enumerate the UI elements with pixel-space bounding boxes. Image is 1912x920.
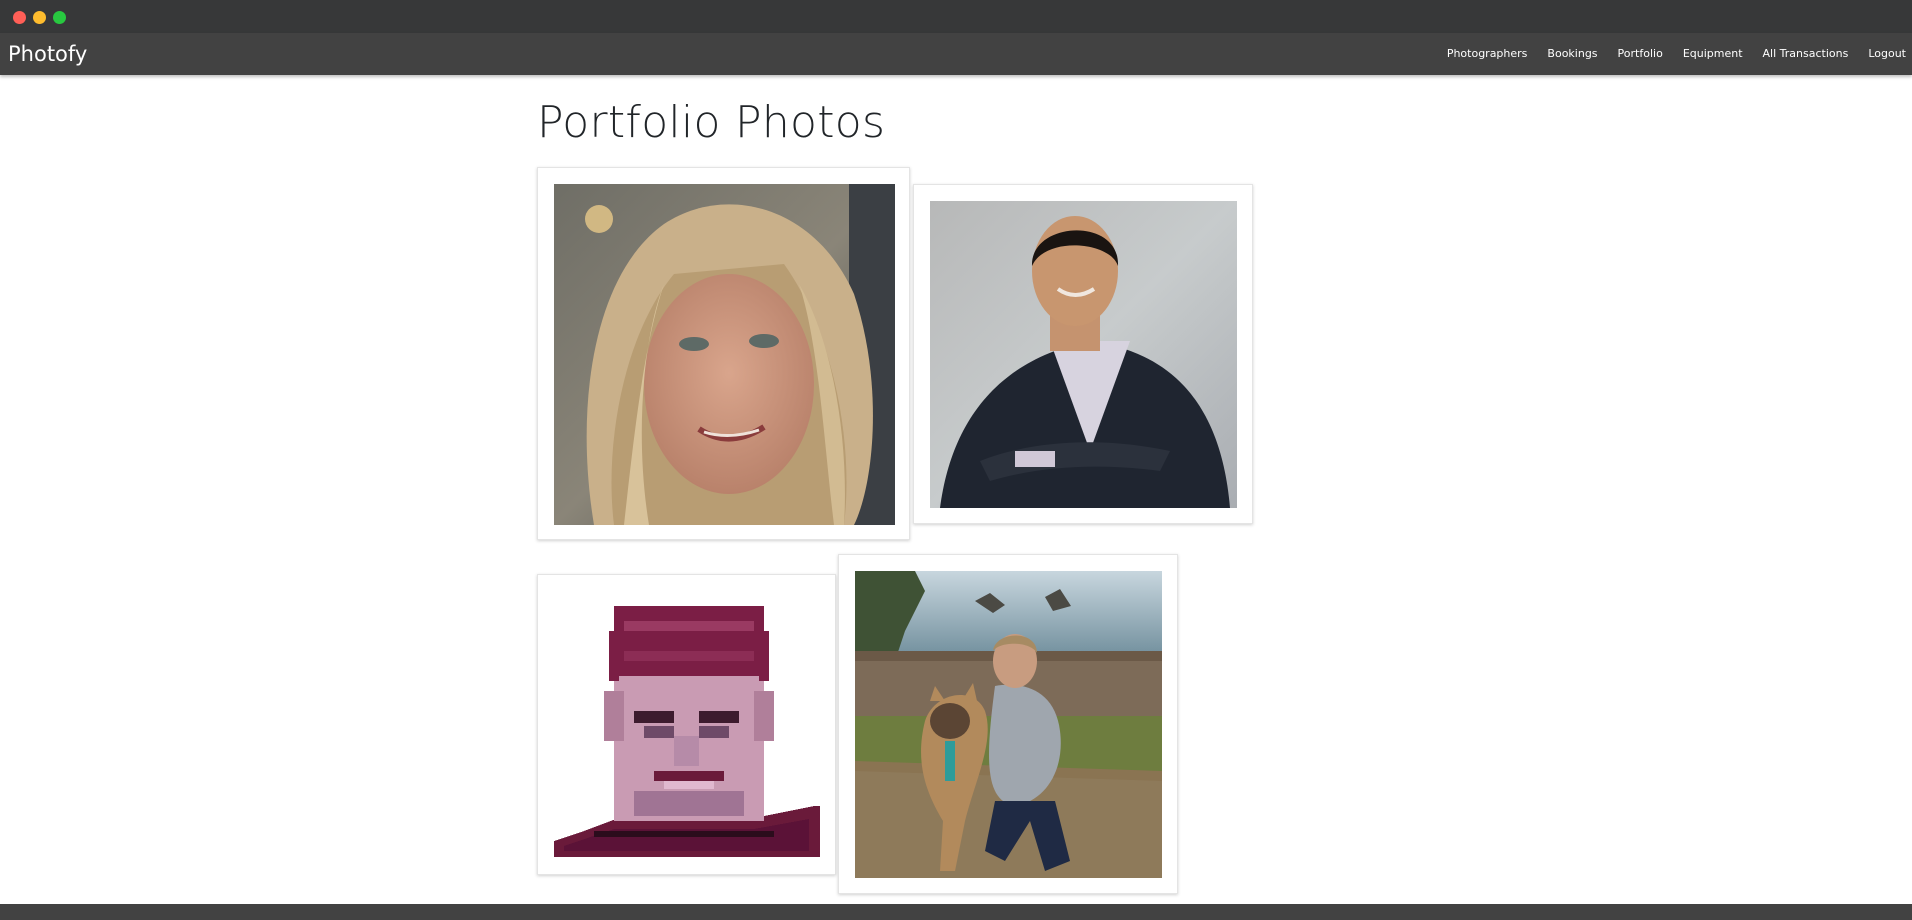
window-titlebar (0, 0, 1912, 33)
nav-links: Photographers Bookings Portfolio Equipme… (1447, 47, 1906, 60)
nav-logout[interactable]: Logout (1868, 47, 1906, 60)
portfolio-photo-card[interactable] (838, 554, 1178, 894)
top-navbar: Photofy Photographers Bookings Portfolio… (0, 33, 1912, 75)
nav-portfolio[interactable]: Portfolio (1618, 47, 1663, 60)
nav-equipment[interactable]: Equipment (1683, 47, 1743, 60)
portfolio-photo-woman-with-dog (855, 571, 1162, 878)
portfolio-photo-card[interactable] (537, 574, 836, 875)
portfolio-photo-card[interactable] (537, 167, 910, 540)
minimize-window-button[interactable] (33, 11, 46, 24)
brand-logo[interactable]: Photofy (8, 42, 87, 66)
portfolio-photo-pixel-art (554, 591, 820, 857)
maximize-window-button[interactable] (53, 11, 66, 24)
portfolio-photo-woman-selfie (554, 184, 895, 525)
nav-all-transactions[interactable]: All Transactions (1763, 47, 1849, 60)
page-footer-bar (0, 904, 1912, 920)
portfolio-photo-man-in-suit (930, 201, 1237, 508)
close-window-button[interactable] (13, 11, 26, 24)
portfolio-photo-card[interactable] (913, 184, 1253, 524)
nav-bookings[interactable]: Bookings (1547, 47, 1597, 60)
nav-photographers[interactable]: Photographers (1447, 47, 1528, 60)
page-title: Portfolio Photos (537, 97, 886, 148)
